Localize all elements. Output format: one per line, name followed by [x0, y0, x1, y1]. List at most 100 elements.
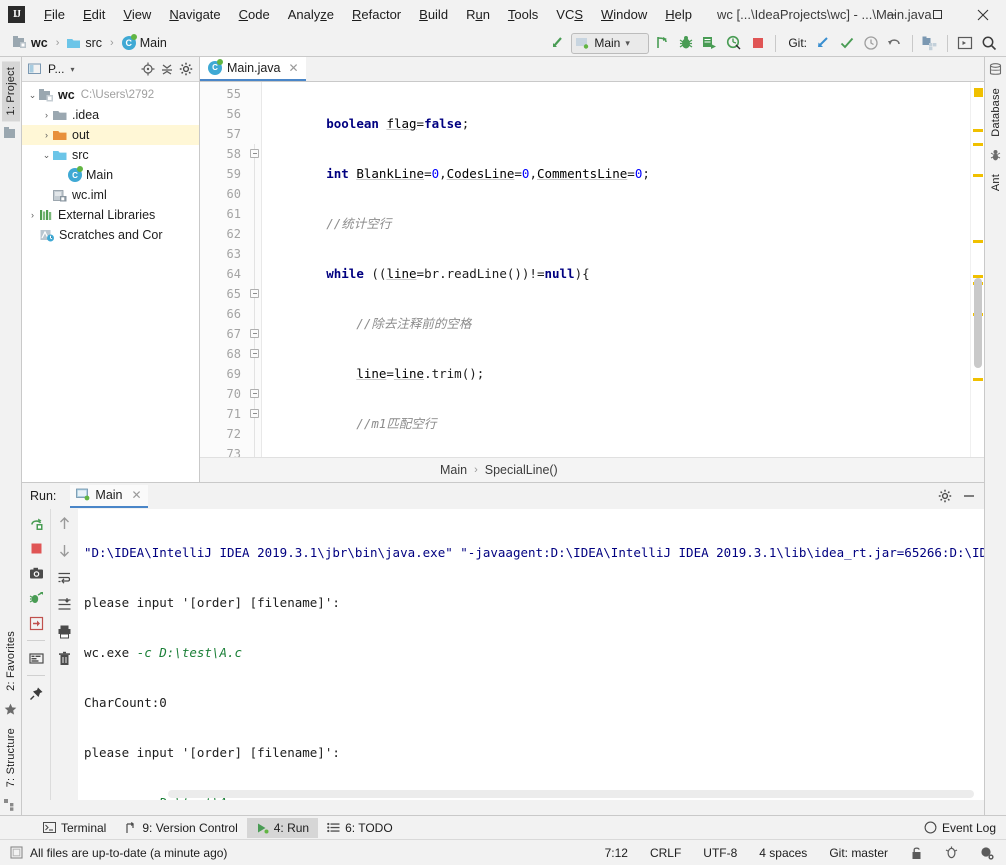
tool-window-run[interactable]: 4: Run — [246, 817, 319, 838]
breadcrumb-item-module[interactable]: wc — [10, 34, 51, 52]
git-commit-icon[interactable] — [836, 32, 858, 54]
warning-marker[interactable] — [973, 240, 983, 243]
menu-file[interactable]: File — [35, 4, 74, 25]
event-log-button[interactable]: Event Log — [924, 821, 996, 835]
run-console-output[interactable]: "D:\IDEA\IntelliJ IDEA 2019.3.1\jbr\bin\… — [78, 509, 984, 800]
close-icon[interactable]: ✕ — [132, 488, 142, 502]
lock-icon[interactable] — [906, 844, 927, 862]
git-rollback-icon[interactable] — [884, 32, 906, 54]
editor-vertical-scrollbar[interactable] — [974, 278, 982, 368]
stop-icon[interactable] — [26, 538, 46, 558]
fold-marker-icon[interactable] — [250, 149, 259, 158]
indent-indicator[interactable]: 4 spaces — [755, 844, 811, 862]
tree-node-scratches[interactable]: Scratches and Cor — [22, 225, 199, 245]
print-icon[interactable] — [55, 621, 75, 641]
warning-marker[interactable] — [973, 174, 983, 177]
screenshot-icon[interactable] — [26, 563, 46, 583]
chevron-down-icon[interactable]: ▾ — [70, 65, 74, 74]
warning-marker[interactable] — [973, 378, 983, 381]
settings-gear-icon[interactable] — [179, 62, 193, 76]
chevron-right-icon[interactable]: › — [40, 110, 53, 120]
tree-node-wc[interactable]: ⌄ wc C:\Users\2792 — [22, 85, 199, 105]
sidebar-item-project[interactable]: 1: Project — [1, 61, 20, 122]
inspector-icon[interactable] — [941, 844, 962, 862]
breadcrumb-method[interactable]: SpecialLine() — [485, 463, 558, 477]
settings-icon[interactable] — [954, 32, 976, 54]
console-horizontal-scrollbar[interactable] — [168, 790, 974, 798]
breadcrumb-item-src[interactable]: src — [64, 34, 105, 52]
chevron-right-icon[interactable]: › — [40, 130, 53, 140]
menu-analyze[interactable]: Analyze — [279, 4, 343, 25]
warning-marker[interactable] — [973, 143, 983, 146]
fold-marker-icon[interactable] — [250, 409, 259, 418]
fold-marker-icon[interactable] — [250, 329, 259, 338]
line-separator-indicator[interactable]: CRLF — [646, 844, 685, 862]
menu-view[interactable]: View — [114, 4, 160, 25]
profile-icon[interactable] — [723, 32, 745, 54]
close-icon[interactable]: ✕ — [289, 61, 299, 75]
warning-marker[interactable] — [973, 129, 983, 132]
tree-node-external-libraries[interactable]: › External Libraries — [22, 205, 199, 225]
tree-node-src[interactable]: ⌄ src — [22, 145, 199, 165]
fold-marker-icon[interactable] — [250, 349, 259, 358]
code-text[interactable]: boolean flag=false; int BlankLine=0,Code… — [262, 82, 970, 457]
menu-refactor[interactable]: Refactor — [343, 4, 410, 25]
project-structure-icon[interactable] — [919, 32, 941, 54]
code-editor[interactable]: 55 56 57 58 59 60 61 62 63 64 65 66 67 6… — [200, 82, 984, 457]
tool-window-terminal[interactable]: Terminal — [34, 818, 115, 838]
run-tab-main[interactable]: Main ✕ — [70, 484, 148, 508]
menu-build[interactable]: Build — [410, 4, 457, 25]
up-arrow-icon[interactable] — [55, 513, 75, 533]
tree-node-wc-iml[interactable]: wc.iml — [22, 185, 199, 205]
chevron-right-icon[interactable]: › — [26, 210, 39, 220]
git-update-icon[interactable] — [812, 32, 834, 54]
chevron-expanded-icon[interactable]: ⌄ — [40, 150, 53, 161]
menu-window[interactable]: Window — [592, 4, 656, 25]
caret-position-indicator[interactable]: 7:12 — [601, 844, 632, 862]
scroll-to-end-icon[interactable] — [55, 594, 75, 614]
rerun-icon[interactable] — [26, 513, 46, 533]
notifications-icon[interactable] — [976, 844, 998, 862]
pin-icon[interactable] — [26, 683, 46, 703]
sidebar-item-database[interactable]: Database — [987, 82, 1005, 143]
menu-vcs[interactable]: VCS — [547, 4, 592, 25]
tool-window-todo[interactable]: 6: TODO — [318, 818, 402, 838]
locate-icon[interactable] — [141, 62, 155, 76]
tree-node-main[interactable]: C Main — [22, 165, 199, 185]
fold-marker-icon[interactable] — [250, 289, 259, 298]
trash-icon[interactable] — [55, 648, 75, 668]
warning-marker[interactable] — [974, 88, 983, 97]
tool-window-version-control[interactable]: 9: Version Control — [115, 818, 246, 838]
minimize-button[interactable] — [868, 0, 914, 29]
sidebar-item-ant[interactable]: Ant — [987, 168, 1005, 197]
menu-tools[interactable]: Tools — [499, 4, 547, 25]
build-project-icon[interactable] — [547, 32, 569, 54]
breadcrumb-class[interactable]: Main — [440, 463, 467, 477]
menu-help[interactable]: Help — [656, 4, 701, 25]
stop-icon[interactable] — [747, 32, 769, 54]
run-icon[interactable] — [651, 32, 673, 54]
run-with-coverage-icon[interactable] — [699, 32, 721, 54]
export-icon[interactable] — [26, 613, 46, 633]
collapse-all-icon[interactable] — [160, 62, 174, 76]
sidebar-item-structure[interactable]: 7: Structure — [2, 722, 20, 793]
close-button[interactable] — [960, 0, 1006, 29]
run-configuration-selector[interactable]: Main ▾ — [571, 32, 650, 54]
maximize-button[interactable] — [914, 0, 960, 29]
debug-icon[interactable] — [675, 32, 697, 54]
down-arrow-icon[interactable] — [55, 540, 75, 560]
editor-marker-bar[interactable] — [970, 82, 984, 457]
console-icon[interactable] — [26, 648, 46, 668]
menu-run[interactable]: Run — [457, 4, 499, 25]
code-folding-gutter[interactable] — [248, 82, 262, 457]
project-panel-title[interactable]: P... — [48, 62, 64, 76]
fold-marker-icon[interactable] — [250, 389, 259, 398]
breadcrumb-item-class[interactable]: C Main — [119, 33, 170, 52]
tree-node-idea[interactable]: › .idea — [22, 105, 199, 125]
sidebar-item-favorites[interactable]: 2: Favorites — [2, 625, 20, 697]
editor-tab-main-java[interactable]: C Main.java ✕ — [200, 56, 306, 81]
menu-code[interactable]: Code — [230, 4, 279, 25]
tree-node-out[interactable]: › out — [22, 125, 199, 145]
search-everywhere-icon[interactable] — [978, 32, 1000, 54]
soft-wrap-icon[interactable] — [55, 567, 75, 587]
